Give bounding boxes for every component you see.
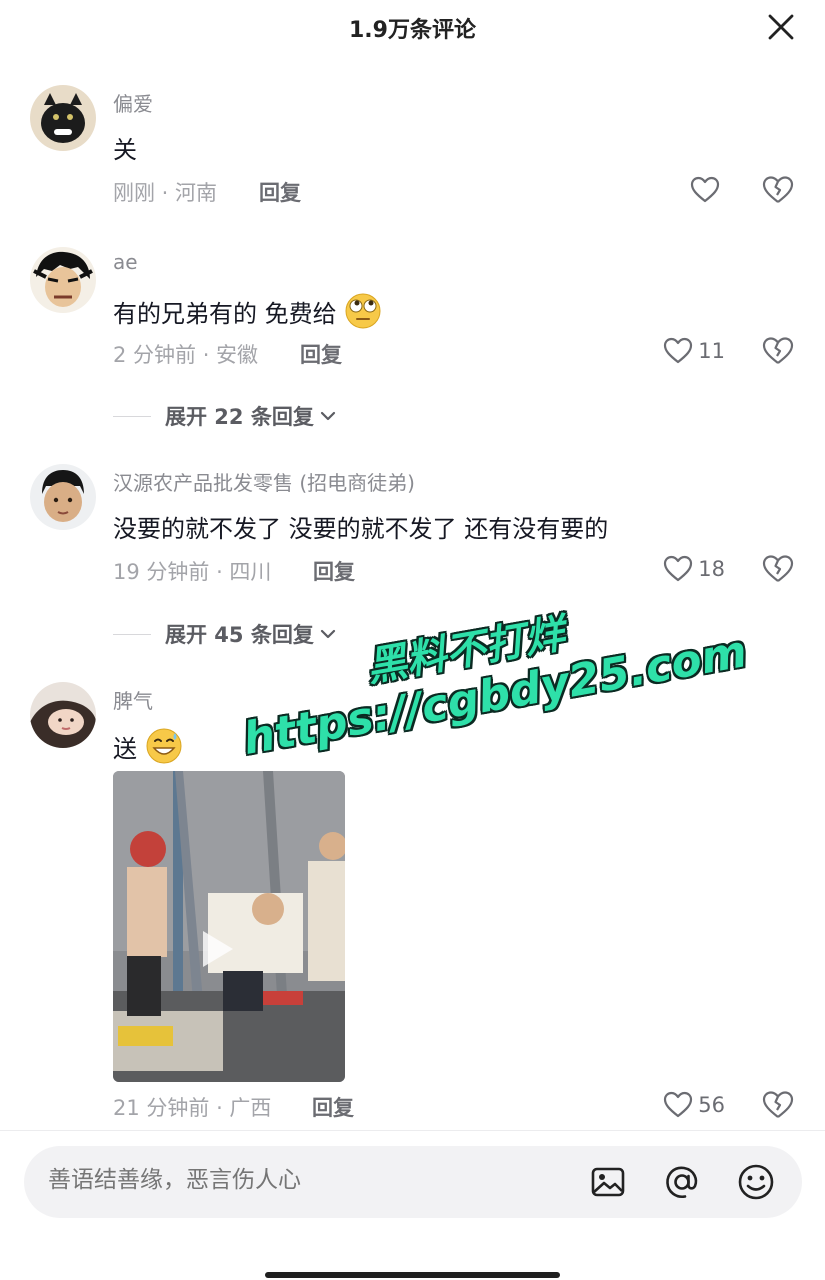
broken-heart-icon[interactable] [761, 173, 795, 207]
comment-username[interactable]: 偏爱 [113, 88, 153, 117]
expand-replies-label: 展开 45 条回复 [165, 623, 314, 647]
reply-button[interactable]: 回复 [312, 1092, 354, 1122]
like-button[interactable]: 56 [662, 1088, 725, 1122]
watermark-line1: 黑料不打烊 [363, 610, 569, 691]
comment-text: 送 [113, 727, 183, 765]
comment-text-content: 送 [113, 735, 137, 763]
comment-username[interactable]: 汉源农产品批发零售 (招电商徒弟) [113, 467, 415, 496]
heart-outline-icon [664, 337, 693, 364]
expand-divider [113, 633, 151, 635]
comment-text: 没要的就不发了 没要的就不发了 还有没有要的 [113, 515, 609, 543]
emoji-rolling-eyes-icon [345, 293, 381, 329]
like-count: 56 [698, 1093, 725, 1117]
like-button[interactable]: 11 [662, 334, 725, 368]
input-divider [0, 1130, 825, 1131]
comment-count-title: 1.9万条评论 [349, 18, 476, 43]
avatar[interactable] [30, 682, 96, 748]
comment-text-content: 有的兄弟有的 免费给 [113, 300, 337, 328]
like-count: 11 [698, 339, 725, 363]
at-icon[interactable] [662, 1162, 702, 1202]
expand-replies-button[interactable]: 展开 22 条回复 [113, 401, 338, 431]
comment-input[interactable] [46, 1166, 570, 1194]
reply-button[interactable]: 回复 [259, 177, 301, 207]
comment-time-location: 刚刚 · 河南 [113, 181, 218, 205]
emoji-grin-sweat-icon [146, 728, 182, 764]
broken-heart-icon[interactable] [761, 334, 795, 368]
smiley-icon[interactable] [736, 1162, 776, 1202]
comment-text: 关 [113, 136, 137, 164]
broken-heart-icon[interactable] [761, 552, 795, 586]
chevron-down-icon [320, 411, 335, 421]
like-button[interactable] [689, 173, 725, 207]
avatar[interactable] [30, 247, 96, 313]
avatar[interactable] [30, 464, 96, 530]
broken-heart-icon[interactable] [761, 1088, 795, 1122]
comment-username[interactable]: 脾气 [113, 685, 153, 714]
expand-replies-label: 展开 22 条回复 [165, 405, 314, 429]
reply-button[interactable]: 回复 [313, 556, 355, 586]
reply-button[interactable]: 回复 [300, 339, 342, 369]
home-indicator [265, 1272, 560, 1278]
attached-image[interactable] [113, 771, 345, 1082]
expand-replies-button[interactable]: 展开 45 条回复 [113, 619, 338, 649]
chevron-down-icon [320, 629, 335, 639]
comment-time-location: 21 分钟前 · 广西 [113, 1096, 272, 1120]
comment-input-bar [24, 1146, 802, 1218]
like-count: 18 [698, 557, 725, 581]
comment-username[interactable]: ae [113, 250, 138, 274]
heart-outline-icon [664, 555, 693, 582]
expand-divider [113, 415, 151, 417]
like-button[interactable]: 18 [662, 552, 725, 586]
comment-time-location: 19 分钟前 · 四川 [113, 560, 272, 584]
heart-outline-icon [690, 176, 720, 203]
image-icon[interactable] [588, 1162, 628, 1202]
comment-text: 有的兄弟有的 免费给 [113, 292, 382, 330]
close-icon[interactable] [767, 13, 795, 41]
comments-header: 1.9万条评论 [0, 0, 825, 56]
comment-time-location: 2 分钟前 · 安徽 [113, 343, 259, 367]
avatar[interactable] [30, 85, 96, 151]
heart-outline-icon [664, 1091, 693, 1118]
